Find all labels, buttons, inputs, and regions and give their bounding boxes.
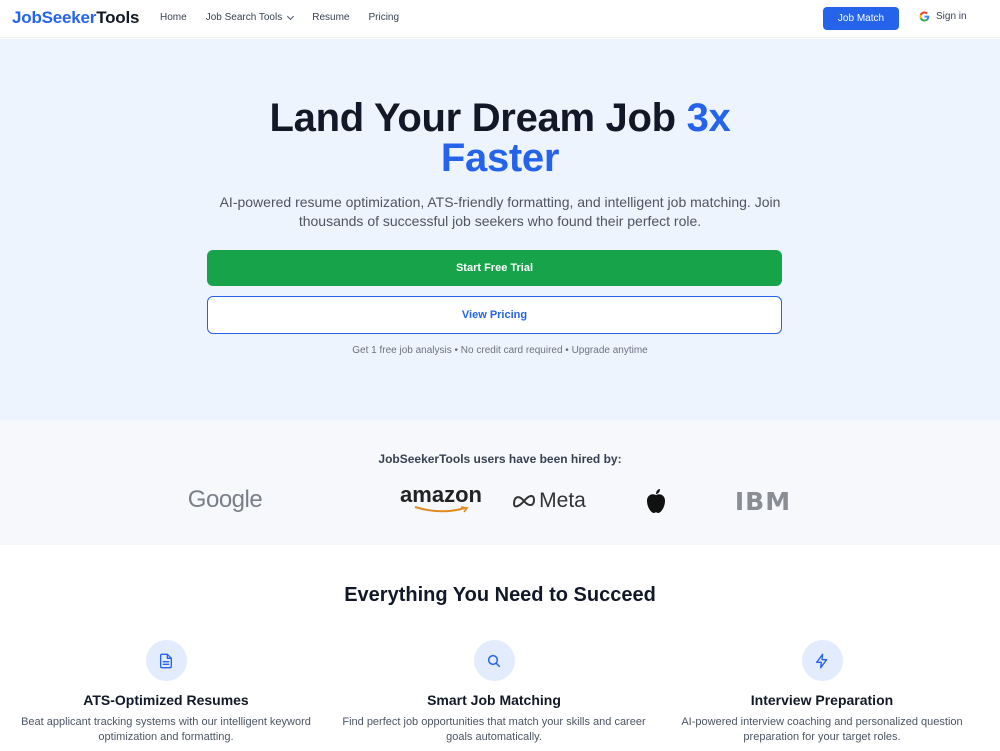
nav-pricing[interactable]: Pricing [368, 12, 399, 23]
nav-links: Home Job Search Tools Resume Pricing [160, 12, 418, 23]
feature-icon-circle [145, 640, 187, 681]
feature-title: Smart Job Matching [427, 692, 561, 708]
hero-subtitle: AI-powered resume optimization, ATS-frie… [219, 194, 781, 229]
apple-icon [647, 489, 665, 513]
hired-by-section [0, 420, 1000, 545]
nav-job-search-tools-label: Job Search Tools [205, 12, 283, 23]
start-free-trial-button[interactable]: Start Free Trial [207, 250, 782, 286]
feature-icon-circle [801, 640, 843, 681]
hero-title: Land Your Dream Job 3x Faster [0, 98, 1000, 178]
feature-card-ats: ATS-Optimized Resumes Beat applicant tra… [1, 640, 331, 745]
meta-infinity-icon [513, 495, 536, 508]
hired-by-heading: JobSeekerTools users have been hired by: [378, 452, 622, 466]
feature-description: AI-powered interview coaching and person… [681, 716, 963, 743]
brand-logo[interactable]: JobSeekerTools [12, 8, 139, 28]
hero-title-accent-1: 3x [686, 96, 731, 140]
google-g-icon [919, 11, 930, 22]
feature-icon-circle [473, 640, 515, 681]
google-logo: Google [187, 486, 263, 513]
nav-resume[interactable]: Resume [312, 12, 349, 23]
sign-in-label: Sign in [936, 11, 967, 22]
meta-logo: Meta [508, 487, 590, 515]
top-navbar: JobSeekerTools Home Job Search Tools Res… [0, 0, 1000, 38]
feature-title: Interview Preparation [750, 692, 894, 708]
feature-card-matching: Smart Job Matching Find perfect job oppo… [329, 640, 659, 745]
hero-title-accent-2: Faster [440, 136, 560, 180]
features-heading: Everything You Need to Succeed [344, 584, 656, 606]
nav-home[interactable]: Home [160, 12, 187, 23]
amazon-logo-text: amazon [400, 482, 482, 507]
hero-note: Get 1 free job analysis • No credit card… [352, 345, 648, 356]
brand-name-part1: JobSeeker [12, 8, 97, 27]
hero-title-main: Land Your Dream Job [269, 96, 687, 140]
amazon-logo: amazon [400, 482, 482, 516]
ibm-logo: IBM [734, 486, 792, 516]
view-pricing-button[interactable]: View Pricing [207, 296, 782, 334]
amazon-smile-icon [414, 506, 469, 513]
job-match-button[interactable]: Job Match [823, 7, 899, 30]
sign-in-button[interactable]: Sign in [919, 11, 967, 22]
microsoft-logo [320, 488, 346, 514]
nav-job-search-tools[interactable]: Job Search Tools [205, 12, 295, 23]
meta-logo-text: Meta [539, 489, 586, 512]
document-icon [160, 653, 172, 668]
search-icon [487, 654, 501, 667]
chevron-down-icon [287, 12, 295, 20]
feature-card-interview: Interview Preparation AI-powered intervi… [657, 640, 987, 745]
feature-title: ATS-Optimized Resumes [83, 692, 249, 708]
feature-description: Find perfect job opportunities that matc… [342, 716, 646, 743]
brand-name-part2: Tools [96, 8, 140, 27]
lightning-icon [816, 653, 828, 668]
feature-description: Beat applicant tracking systems with our… [21, 716, 311, 743]
apple-logo [643, 487, 669, 515]
